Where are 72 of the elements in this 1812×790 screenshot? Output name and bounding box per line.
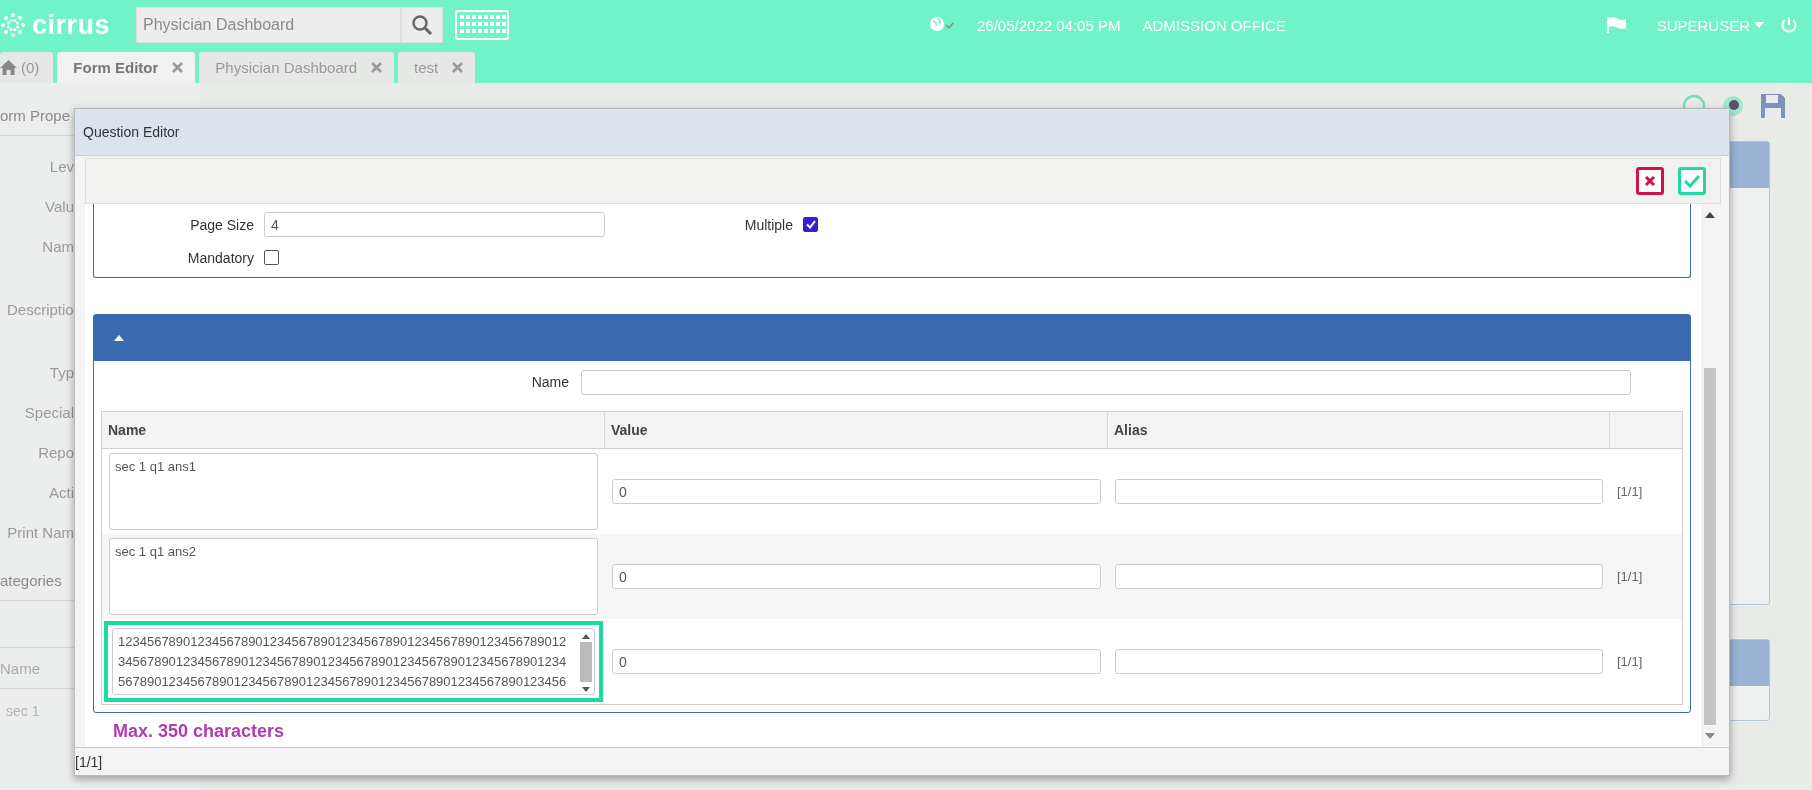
search-icon — [411, 14, 433, 36]
close-icon[interactable] — [371, 62, 383, 73]
alias-field[interactable] — [1115, 564, 1603, 589]
column-header: Name — [0, 659, 40, 677]
page-counter: [1/1] — [1617, 654, 1643, 669]
alias-field[interactable] — [1115, 649, 1603, 674]
date-time: 26/05/2022 04:05 PM — [977, 16, 1121, 34]
close-icon[interactable] — [452, 62, 464, 73]
globe-icon[interactable] — [929, 16, 955, 34]
field-label: Name — [530, 374, 569, 390]
field-label: Multiple — [743, 216, 793, 233]
cancel-button[interactable] — [1636, 167, 1664, 195]
arrow-down-icon[interactable] — [582, 687, 590, 692]
close-icon — [1644, 175, 1656, 187]
value-field[interactable]: 0 — [612, 564, 1101, 589]
value-field[interactable]: 0 — [612, 649, 1101, 674]
flag-icon[interactable] — [1604, 16, 1627, 34]
field-label: Acti — [49, 483, 74, 501]
close-icon[interactable] — [172, 62, 184, 73]
name-field[interactable] — [581, 369, 1631, 395]
check-icon — [1684, 174, 1700, 188]
arrow-down-icon[interactable] — [1705, 733, 1715, 739]
field-label: Repo — [38, 443, 74, 461]
home-icon — [0, 60, 17, 75]
field-label: Print Nam — [7, 523, 74, 541]
answer-name-field[interactable]: sec 1 q1 ans2 — [109, 538, 598, 615]
tab-label: test — [414, 59, 439, 76]
page-counter: [1/1] — [75, 753, 103, 770]
power-icon[interactable] — [1780, 16, 1798, 34]
field-label: Special — [24, 403, 74, 421]
field-label: Page Size — [189, 216, 254, 233]
dialog-title: Question Editor — [83, 124, 180, 140]
confirm-button[interactable] — [1678, 167, 1706, 195]
page-counter: [1/1] — [1617, 484, 1643, 499]
checkbox[interactable] — [264, 250, 279, 265]
logo-text: cirrus — [32, 9, 111, 41]
answer-name-field[interactable]: sec 1 q1 ans1 — [109, 453, 598, 530]
checkbox[interactable] — [803, 217, 818, 232]
answer-name-field[interactable]: 12345678901234567890123456789012345678901234567890123456789012 34567890123456789012345678901234567890123456789012345678901234 56789012345678901234567890123456789012345678901234567890123456 — [112, 628, 595, 695]
column-header: Name — [102, 412, 605, 448]
tab[interactable]: Form Editor — [57, 52, 196, 83]
table-cell: sec 1 — [6, 703, 40, 719]
caret-down-icon — [1754, 22, 1764, 28]
tab-label: (0) — [21, 59, 40, 76]
search-button[interactable] — [401, 7, 443, 43]
field-label: Valu — [45, 197, 74, 215]
field-label: Nam — [42, 237, 74, 255]
field-label: Mandatory — [186, 249, 254, 266]
tab-label: Physician Dashboard — [215, 59, 358, 76]
field-label: Lev — [49, 157, 74, 175]
panel-title: ategories — [0, 571, 62, 589]
field-label: Typ — [49, 363, 74, 381]
logo-icon — [0, 12, 26, 38]
keyboard-icon[interactable] — [455, 10, 509, 40]
field-label: Descriptio — [7, 300, 74, 318]
arrow-up-icon[interactable] — [582, 634, 590, 639]
scrollbar[interactable] — [578, 632, 594, 694]
search-field[interactable]: Physician Dashboard — [136, 7, 401, 43]
character-limit-note: Max. 350 characters — [113, 721, 286, 742]
save-icon[interactable] — [1760, 93, 1786, 119]
page-size-field[interactable]: 4 — [264, 212, 605, 237]
column-header: Value — [605, 412, 1108, 448]
caret-up-icon[interactable] — [114, 335, 124, 341]
page-counter: [1/1] — [1617, 569, 1643, 584]
location-label: ADMISSION OFFICE — [1142, 16, 1286, 34]
value-field[interactable]: 0 — [612, 479, 1101, 504]
scrollbar[interactable] — [1701, 204, 1719, 747]
panel-title: orm Prope — [0, 106, 71, 124]
column-header: Alias — [1108, 412, 1610, 448]
alias-field[interactable] — [1115, 479, 1603, 504]
arrow-up-icon[interactable] — [1705, 212, 1715, 218]
tab-label: Form Editor — [73, 59, 159, 76]
